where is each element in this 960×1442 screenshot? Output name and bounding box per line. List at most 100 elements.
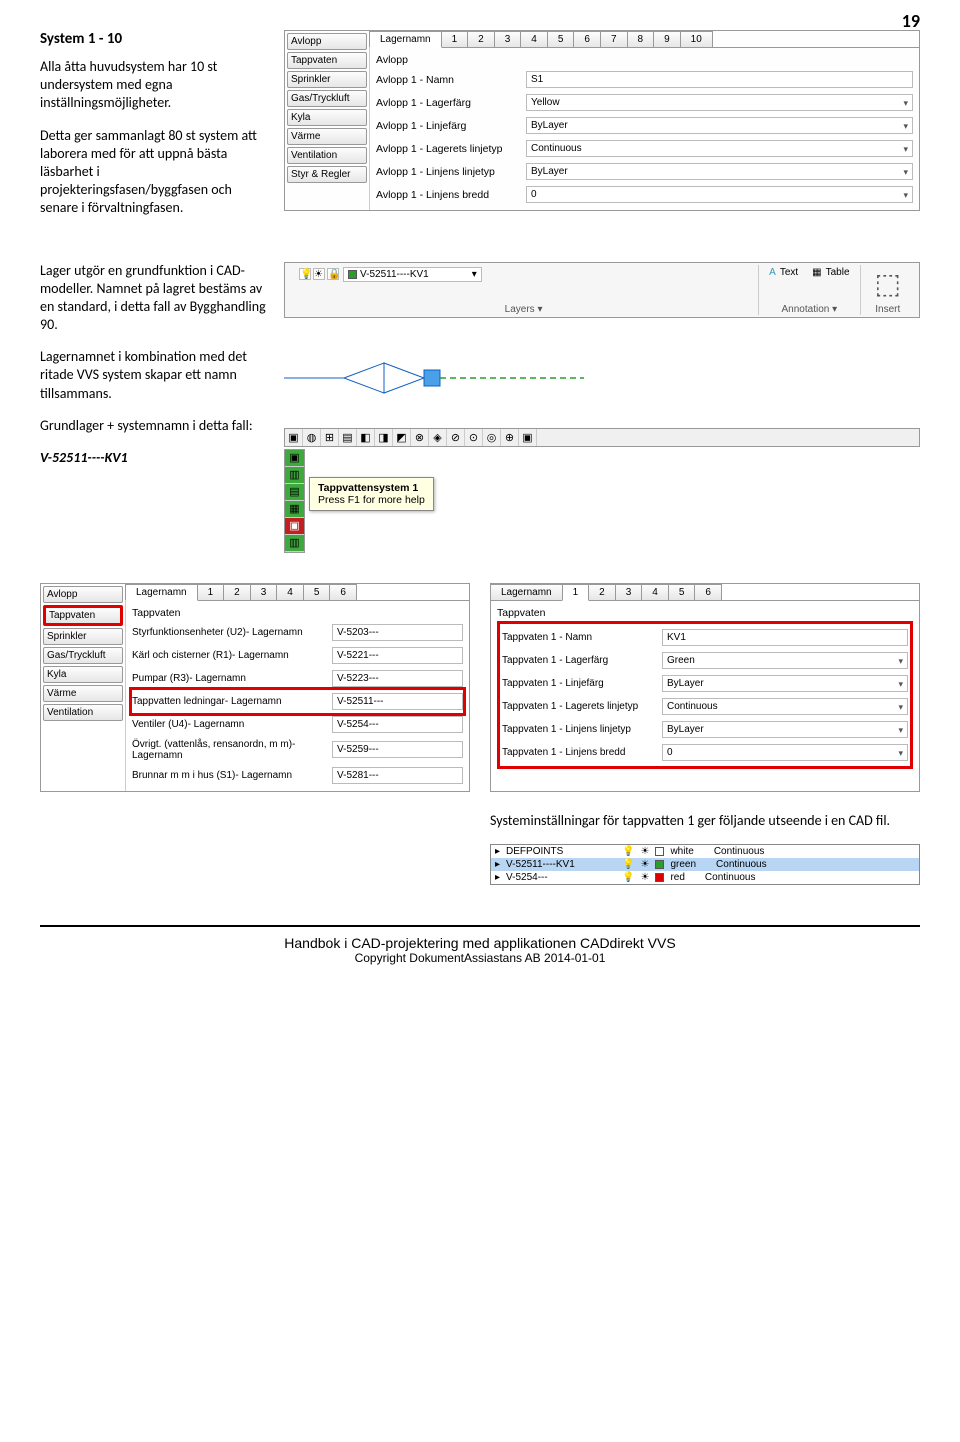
tab-5[interactable]: 5 <box>303 584 331 600</box>
property-value[interactable]: 0 <box>526 186 913 203</box>
sidebar-btn-gastryckluft[interactable]: Gas/Tryckluft <box>43 647 123 664</box>
table-button[interactable]: Table <box>826 267 850 278</box>
tab-5[interactable]: 5 <box>668 584 696 600</box>
ribbon-group-layers[interactable]: Layers ▾ <box>297 302 750 315</box>
tab-2[interactable]: 2 <box>223 584 251 600</box>
property-label: Avlopp 1 - Linjens linjetyp <box>376 166 526 178</box>
text-button[interactable]: Text <box>780 267 798 278</box>
sidebar-btn-ventilation[interactable]: Ventilation <box>43 704 123 721</box>
heading-system-1-10: System 1 - 10 <box>40 30 270 48</box>
property-label: Ventiler (U4)- Lagernamn <box>132 719 332 730</box>
tab-2[interactable]: 2 <box>588 584 616 600</box>
property-row: Tappvaten 1 - NamnKV1 <box>502 626 908 649</box>
sidebar-btn-styrregler[interactable]: Styr & Regler <box>287 166 367 183</box>
property-value[interactable]: ByLayer <box>662 675 908 692</box>
tab-4[interactable]: 4 <box>276 584 304 600</box>
sidebar-btn-vrme[interactable]: Värme <box>287 128 367 145</box>
property-value[interactable]: V-5221--- <box>332 647 463 664</box>
tab-6[interactable]: 6 <box>694 584 722 600</box>
sidebar-btn-sprinkler[interactable]: Sprinkler <box>287 71 367 88</box>
property-label: Tappvaten 1 - Linjens bredd <box>502 747 662 758</box>
property-row: Övrigt. (vattenlås, rensanordn, m m)- La… <box>132 736 463 764</box>
tab-10[interactable]: 10 <box>680 31 713 47</box>
property-value[interactable]: V-5281--- <box>332 767 463 784</box>
sidebar-btn-tappvaten[interactable]: Tappvaten <box>43 605 123 626</box>
ribbon-group-insert: Insert <box>869 302 907 315</box>
tab-4[interactable]: 4 <box>641 584 669 600</box>
property-row: Kärl och cisterner (R1)- LagernamnV-5221… <box>132 644 463 667</box>
property-row: Tappvaten 1 - LinjefärgByLayer <box>502 672 908 695</box>
layer-row[interactable]: ▸DEFPOINTS💡☀whiteContinuous <box>491 845 919 858</box>
property-value[interactable]: V-5259--- <box>332 741 463 758</box>
tab-6[interactable]: 6 <box>329 584 357 600</box>
tab-3[interactable]: 3 <box>615 584 643 600</box>
tab-1[interactable]: 1 <box>441 31 469 47</box>
footer-divider <box>40 925 920 927</box>
current-layer-dropdown[interactable]: V-52511----KV1 ▾ <box>343 267 482 282</box>
property-row: Avlopp 1 - Linjens linjetypByLayer <box>376 160 913 183</box>
sidebar-btn-avlopp[interactable]: Avlopp <box>287 33 367 50</box>
tab-5[interactable]: 5 <box>547 31 575 47</box>
property-value[interactable]: Yellow <box>526 94 913 111</box>
paragraph-2: Detta ger sammanlagt 80 st system att la… <box>40 127 270 218</box>
property-label: Tappvaten 1 - Linjens linjetyp <box>502 724 662 735</box>
property-row: Avlopp 1 - LinjefärgByLayer <box>376 114 913 137</box>
layer-row[interactable]: ▸V-5254---💡☀redContinuous <box>491 871 919 884</box>
property-row: Tappvaten 1 - Linjens linjetypByLayer <box>502 718 908 741</box>
tab-4[interactable]: 4 <box>520 31 548 47</box>
property-value[interactable]: V-5203--- <box>332 624 463 641</box>
sidebar-btn-gastryckluft[interactable]: Gas/Tryckluft <box>287 90 367 107</box>
layer-name-example: V-52511----KV1 <box>40 449 270 467</box>
layer-row[interactable]: ▸V-52511----KV1💡☀greenContinuous <box>491 858 919 871</box>
property-value[interactable]: Continuous <box>526 140 913 157</box>
property-row: Tappvatten ledningar- LagernamnV-52511--… <box>129 687 466 716</box>
tab-lagernamn[interactable]: Lagernamn <box>369 31 442 48</box>
tab-3[interactable]: 3 <box>250 584 278 600</box>
bulb-icon[interactable]: 💡 <box>299 268 311 280</box>
property-value[interactable]: Green <box>662 652 908 669</box>
tab-2[interactable]: 2 <box>467 31 495 47</box>
tab-1[interactable]: 1 <box>197 584 225 600</box>
property-value[interactable]: ByLayer <box>662 721 908 738</box>
property-value[interactable]: 0 <box>662 744 908 761</box>
property-value[interactable]: V-5254--- <box>332 716 463 733</box>
sun-icon[interactable]: ☀ <box>313 268 325 280</box>
sidebar-btn-vrme[interactable]: Värme <box>43 685 123 702</box>
tab-3[interactable]: 3 <box>494 31 522 47</box>
sidebar-btn-ventilation[interactable]: Ventilation <box>287 147 367 164</box>
settings-panel-tappvaten-lagernamn: Avlopp Tappvaten Sprinkler Gas/Tryckluft Kyl… <box>40 583 470 792</box>
sidebar-btn-tappvaten[interactable]: Tappvaten <box>287 52 367 69</box>
tab-6[interactable]: 6 <box>573 31 601 47</box>
tab-7[interactable]: 7 <box>600 31 628 47</box>
ribbon-layers-annotation: 💡 ☀ 🔒 V-52511----KV1 ▾ Layers ▾ <box>284 262 920 318</box>
footer-title: Handbok i CAD-projektering med applikati… <box>40 935 920 951</box>
color-swatch <box>655 847 664 856</box>
property-value[interactable]: ByLayer <box>526 117 913 134</box>
property-value[interactable]: KV1 <box>662 629 908 646</box>
settings-panel-tappvaten-1: Lagernamn123456 Tappvaten Tappvaten 1 - … <box>490 583 920 792</box>
property-row: Styrfunktionsenheter (U2)- LagernamnV-52… <box>132 621 463 644</box>
property-value[interactable]: V-5223--- <box>332 670 463 687</box>
property-row: Tappvaten 1 - Lagerets linjetypContinuou… <box>502 695 908 718</box>
insert-icon[interactable]: ⬚ <box>871 267 905 300</box>
layer-name: V-5254--- <box>506 872 616 883</box>
sidebar-btn-kyla[interactable]: Kyla <box>287 109 367 126</box>
layer-color: red <box>670 872 684 883</box>
tab-lagernamn[interactable]: Lagernamn <box>125 584 198 601</box>
layer-color-swatch <box>348 270 357 279</box>
sidebar-btn-sprinkler[interactable]: Sprinkler <box>43 628 123 645</box>
ribbon-group-annotation[interactable]: Annotation ▾ <box>767 302 851 315</box>
tab-1[interactable]: 1 <box>562 584 590 601</box>
property-value[interactable]: V-52511--- <box>332 693 463 710</box>
sidebar-btn-kyla[interactable]: Kyla <box>43 666 123 683</box>
sidebar-btn-avlopp[interactable]: Avlopp <box>43 586 123 603</box>
property-label: Avlopp 1 - Namn <box>376 74 526 86</box>
lock-icon[interactable]: 🔒 <box>327 268 339 280</box>
tab-lagernamn[interactable]: Lagernamn <box>490 584 563 600</box>
tab-8[interactable]: 8 <box>627 31 655 47</box>
tab-9[interactable]: 9 <box>653 31 681 47</box>
property-value[interactable]: Continuous <box>662 698 908 715</box>
paragraph-1: Alla åtta huvudsystem har 10 st undersys… <box>40 58 270 113</box>
property-value[interactable]: S1 <box>526 71 913 88</box>
property-value[interactable]: ByLayer <box>526 163 913 180</box>
